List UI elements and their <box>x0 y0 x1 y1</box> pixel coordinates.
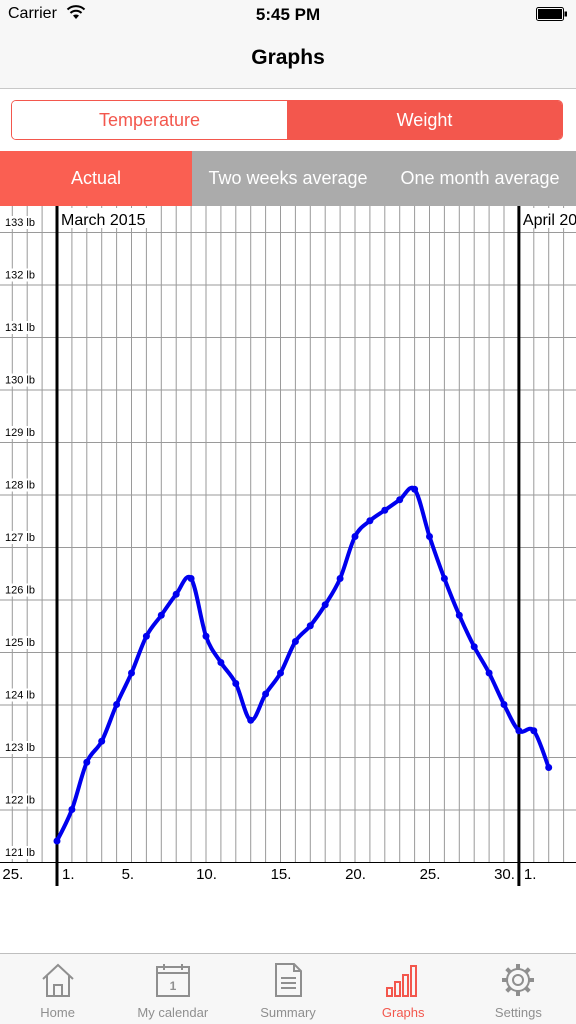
weight-data-point <box>470 643 478 651</box>
weight-series-line <box>55 485 551 842</box>
tab-my-calendar-label: My calendar <box>137 1005 209 1020</box>
weight-data-point <box>262 690 270 698</box>
weight-data-point <box>157 611 165 619</box>
weight-data-point <box>455 611 463 619</box>
y-tick-label: 123 lb <box>5 742 35 754</box>
weight-data-point <box>142 632 150 640</box>
weight-data-point <box>351 533 359 540</box>
x-tick-label: 1. <box>62 866 75 883</box>
tab-settings-label: Settings <box>494 1005 542 1020</box>
x-tick-label: 20. <box>345 866 366 883</box>
y-tick-label: 133 lb <box>5 217 35 229</box>
y-tick-label: 129 lb <box>5 427 35 439</box>
tab-actual[interactable]: Actual <box>0 151 192 206</box>
gear-icon <box>502 964 535 996</box>
navigation-bar: Graphs <box>0 30 576 89</box>
weight-data-point <box>247 716 255 724</box>
segment-temperature[interactable]: Temperature <box>12 101 287 139</box>
average-tabs: Actual Two weeks average One month avera… <box>0 151 576 206</box>
tab-home-label: Home <box>40 1005 75 1020</box>
weight-data-point <box>232 680 240 687</box>
y-tick-label: 121 lb <box>5 847 35 859</box>
tab-summary-label: Summary <box>260 1005 316 1020</box>
weight-data-point <box>277 669 284 677</box>
calendar-badge: 1 <box>169 979 176 993</box>
weight-data-point <box>545 764 553 771</box>
weight-data-point <box>217 659 225 666</box>
y-tick-label: 122 lb <box>5 795 35 807</box>
house-icon <box>41 963 74 997</box>
y-tick-label: 124 lb <box>5 690 35 702</box>
y-tick-label: 131 lb <box>5 322 35 334</box>
month-label: March 2015 <box>61 212 146 229</box>
tab-graphs-label: Graphs <box>381 1005 425 1020</box>
x-tick-label: 5. <box>122 866 135 883</box>
tab-two-weeks-average[interactable]: Two weeks average <box>192 151 384 206</box>
x-tick-label: 1. <box>524 866 537 883</box>
tab-settings[interactable]: Settings <box>461 954 576 1024</box>
weight-data-point <box>530 727 538 735</box>
x-tick-label: 15. <box>271 866 292 883</box>
tab-my-calendar[interactable]: 1 My calendar <box>115 954 230 1024</box>
tab-summary[interactable]: Summary <box>230 954 345 1024</box>
weight-data-point <box>172 590 180 598</box>
y-tick-label: 130 lb <box>5 375 35 387</box>
weight-data-point <box>381 506 389 514</box>
weight-line-chart[interactable]: March 2015 April 2015 121 lb 122 lb 123 lb 12… <box>0 206 576 886</box>
weight-data-point <box>366 517 374 525</box>
status-time: 5:45 PM <box>255 5 321 24</box>
weight-data-point <box>113 701 121 708</box>
tab-bar: Home 1 My calendar Summary Graphs Settin… <box>0 953 576 1024</box>
status-bar: Carrier 5:45 PM <box>0 0 576 30</box>
weight-data-point <box>396 496 404 504</box>
x-tick-label: 30. <box>494 866 515 883</box>
y-tick-label: 132 lb <box>5 270 35 282</box>
weight-data-point <box>500 701 508 708</box>
weight-data-point <box>515 727 523 735</box>
weight-data-point <box>306 622 314 630</box>
x-tick-label: 25. <box>420 866 441 883</box>
month-label: April 2015 <box>523 212 576 229</box>
page-title: Graphs <box>251 46 325 69</box>
tab-graphs[interactable]: Graphs <box>346 954 461 1024</box>
weight-data-point <box>98 737 106 745</box>
y-tick-label: 126 lb <box>5 585 35 597</box>
weight-data-point <box>202 632 210 640</box>
weight-data-point <box>426 533 433 540</box>
weight-data-point <box>321 601 329 609</box>
weight-data-point <box>68 806 76 813</box>
weight-data-point <box>336 575 344 582</box>
segment-weight[interactable]: Weight <box>287 101 562 139</box>
calendar-icon: 1 <box>155 964 190 997</box>
measurement-segmented-control: Temperature Weight <box>11 100 563 140</box>
weight-data-point <box>53 837 61 845</box>
tab-home[interactable]: Home <box>0 954 115 1024</box>
battery-icon <box>536 7 567 21</box>
bar-graph-icon <box>386 965 418 997</box>
weight-data-point <box>187 575 195 582</box>
weight-data-point <box>411 485 419 493</box>
document-icon <box>275 963 302 997</box>
tab-one-month-average[interactable]: One month average <box>384 151 576 206</box>
x-tick-label: 10. <box>196 866 217 883</box>
y-tick-label: 125 lb <box>5 637 35 649</box>
x-tick-label: 25. <box>2 866 23 883</box>
y-tick-label: 128 lb <box>5 480 35 492</box>
weight-data-point <box>128 669 135 677</box>
weight-data-point <box>440 575 448 582</box>
weight-data-point <box>291 638 299 645</box>
weight-data-point <box>485 669 493 677</box>
y-tick-label: 127 lb <box>5 532 35 544</box>
weight-data-point <box>83 758 91 766</box>
